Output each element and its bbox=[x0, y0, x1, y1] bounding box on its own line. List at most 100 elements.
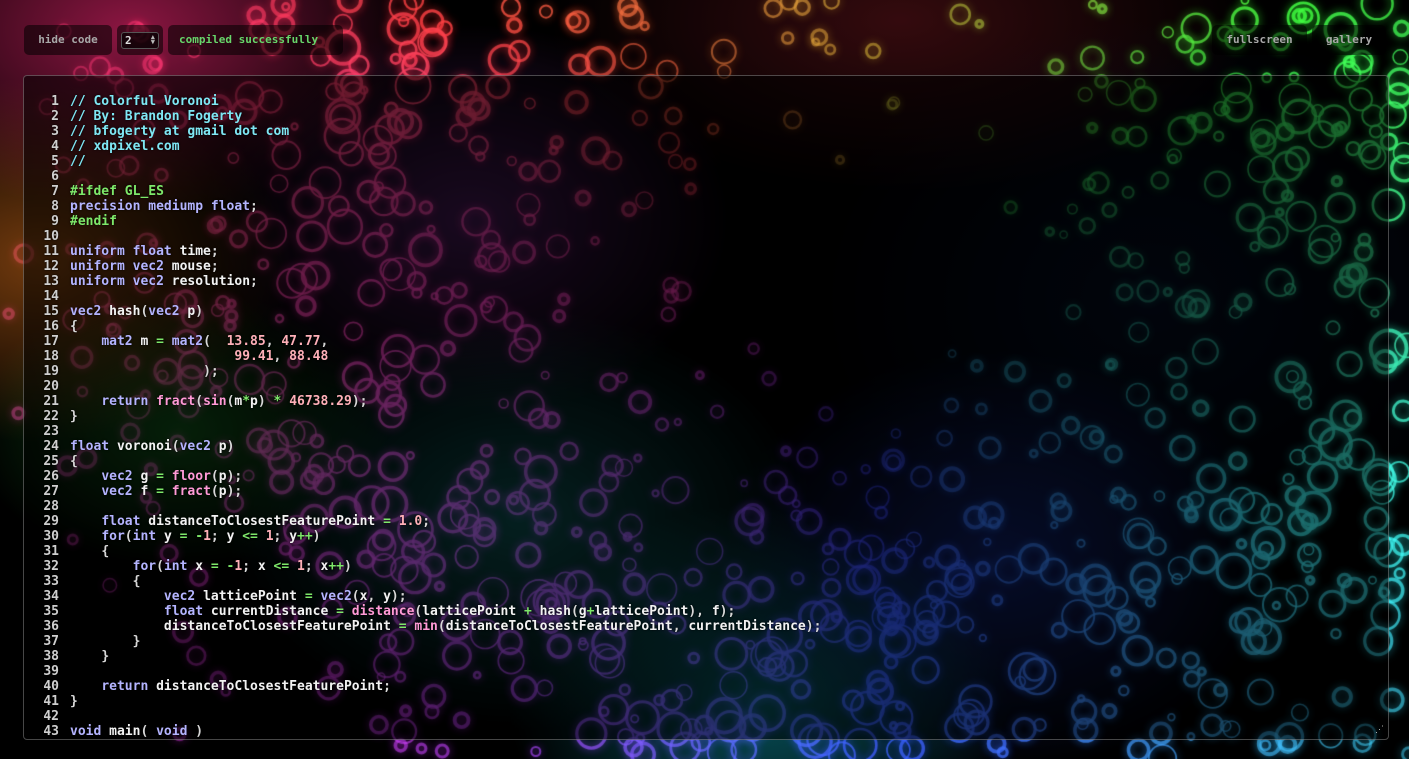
code-token: 1.0 bbox=[398, 514, 423, 529]
code-token: // Colorful Voronoi bbox=[70, 94, 219, 109]
code-token: vec2 bbox=[70, 304, 110, 319]
code-line[interactable]: 12 uniform vec2 mouse; bbox=[24, 259, 1388, 274]
updown-arrows-icon: ▲ ▼ bbox=[150, 33, 155, 46]
code-line[interactable]: 24 float voronoi(vec2 p) bbox=[24, 439, 1388, 454]
code-line[interactable]: 19 ); bbox=[24, 364, 1388, 379]
code-line[interactable]: 4 // xdpixel.com bbox=[24, 139, 1388, 154]
line-number: 23 bbox=[43, 424, 59, 439]
code-line[interactable]: 35 float currentDistance = distance (latt… bbox=[24, 604, 1388, 619]
code-line[interactable]: 14 bbox=[24, 289, 1388, 304]
code-token: mouse bbox=[171, 259, 211, 274]
code-token: #ifdef GL_ES bbox=[70, 184, 164, 199]
code-token: distanceToClosestFeaturePoint bbox=[163, 619, 399, 634]
code-line[interactable]: 1 // Colorful Voronoi bbox=[24, 94, 1388, 109]
code-editor[interactable]: 1 // Colorful Voronoi 2 // By: Brandon Foge… bbox=[23, 75, 1389, 740]
code-token: latticePoint bbox=[422, 604, 524, 619]
code-line[interactable]: 25 { bbox=[24, 454, 1388, 469]
code-line[interactable]: 7 #ifdef GL_ES bbox=[24, 184, 1388, 199]
code-line[interactable]: 23 bbox=[24, 424, 1388, 439]
code-token: hash bbox=[539, 604, 571, 619]
code-token: ) bbox=[195, 304, 204, 319]
code-token: float bbox=[70, 439, 117, 454]
fullscreen-button[interactable]: fullscreen bbox=[1212, 25, 1307, 55]
code-token: currentDistance bbox=[210, 604, 337, 619]
line-number: 26 bbox=[43, 469, 59, 484]
code-line[interactable]: 30 for(int y = -1; y <= 1; y++) bbox=[24, 529, 1388, 544]
code-token: ( bbox=[570, 604, 579, 619]
code-line[interactable]: 29 float distanceToClosestFeaturePoint =… bbox=[24, 514, 1388, 529]
code-line[interactable]: 5 // bbox=[24, 154, 1388, 169]
code-line[interactable]: 6 bbox=[24, 169, 1388, 184]
code-line[interactable]: 27 vec2 f = fract(p); bbox=[24, 484, 1388, 499]
code-token: f bbox=[140, 484, 157, 499]
code-token: { bbox=[70, 454, 78, 469]
code-line[interactable]: 20 bbox=[24, 379, 1388, 394]
code-token: min bbox=[414, 619, 438, 634]
code-token: { bbox=[70, 319, 78, 334]
code-line[interactable]: 18 99.41, 88.48 bbox=[24, 349, 1388, 364]
line-number: 40 bbox=[43, 679, 59, 694]
code-line[interactable]: 22} bbox=[24, 409, 1388, 424]
code-token: // xdpixel.com bbox=[70, 139, 180, 154]
code-line[interactable]: 40 return distanceToClosestFeaturePoint; bbox=[24, 679, 1388, 694]
code-line[interactable]: 10 bbox=[24, 229, 1388, 244]
gallery-button[interactable]: gallery bbox=[1312, 25, 1386, 55]
line-number: 19 bbox=[43, 364, 59, 379]
code-token: float bbox=[101, 514, 149, 529]
line-number: 1 bbox=[51, 94, 59, 109]
code-line[interactable]: 32 for(int x = -1; x <= 1; x++) bbox=[24, 559, 1388, 574]
code-token: p bbox=[218, 469, 227, 484]
code-line[interactable]: 16 { bbox=[24, 319, 1388, 334]
code-line[interactable]: 28 bbox=[24, 499, 1388, 514]
code-line[interactable]: 37 } bbox=[24, 634, 1388, 649]
code-token: // bbox=[70, 154, 86, 169]
code-token: vec2 bbox=[179, 439, 219, 454]
code-token: } bbox=[70, 694, 78, 709]
code-token: floor bbox=[171, 469, 211, 484]
code-line[interactable]: 41} bbox=[24, 694, 1388, 709]
code-token: = bbox=[156, 334, 172, 349]
quality-select[interactable]: 2 ▲ ▼ bbox=[117, 25, 163, 55]
line-number: 14 bbox=[43, 289, 59, 304]
code-line[interactable]: 21 return fract(sin(m*p) * 46738.29); bbox=[24, 394, 1388, 409]
code-line[interactable]: 31 { bbox=[24, 544, 1388, 559]
code-token: ; bbox=[422, 514, 431, 529]
code-line[interactable]: 34 vec2 latticePoint = vec2(x, y); bbox=[24, 589, 1388, 604]
code-token: ); bbox=[719, 604, 736, 619]
code-line[interactable]: 15 vec2 hash(vec2 p) bbox=[24, 304, 1388, 319]
code-line[interactable]: 36 distanceToClosestFeaturePoint = min(d… bbox=[24, 619, 1388, 634]
code-line[interactable]: 9 #endif bbox=[24, 214, 1388, 229]
code-line[interactable]: 42 bbox=[24, 709, 1388, 724]
line-number: 33 bbox=[43, 574, 59, 589]
code-line[interactable]: 43 void main( void ) bbox=[24, 724, 1388, 739]
code-token: // By: Brandon Fogerty bbox=[70, 109, 243, 124]
code-token: = bbox=[156, 484, 172, 499]
code-token: ); bbox=[390, 589, 407, 604]
code-token: = bbox=[304, 589, 321, 604]
code-token: ( bbox=[437, 619, 446, 634]
code-token: #endif bbox=[70, 214, 117, 229]
quality-select-box[interactable]: 2 ▲ ▼ bbox=[121, 31, 159, 49]
code-token: latticePoint bbox=[594, 604, 689, 619]
code-line[interactable]: 38 } bbox=[24, 649, 1388, 664]
code-line[interactable]: 3 // bfogerty at gmail dot com bbox=[24, 124, 1388, 139]
quality-value: 2 bbox=[125, 33, 132, 47]
code-line[interactable]: 33 { bbox=[24, 574, 1388, 589]
code-line[interactable]: 26 vec2 g = floor(p); bbox=[24, 469, 1388, 484]
code-line[interactable]: 8 precision mediump float; bbox=[24, 199, 1388, 214]
code-line[interactable]: 2 // By: Brandon Fogerty bbox=[24, 109, 1388, 124]
code-token: vec2 bbox=[163, 589, 204, 604]
code-token: distanceToClosestFeaturePoint bbox=[148, 514, 384, 529]
code-token: uniform float bbox=[70, 244, 180, 259]
code-token: ( bbox=[195, 394, 204, 409]
code-line[interactable]: 17 mat2 m = mat2( 13.85, 47.77, bbox=[24, 334, 1388, 349]
code-line[interactable]: 11 uniform float time; bbox=[24, 244, 1388, 259]
resize-grip-icon[interactable]: ⋰ bbox=[1374, 726, 1384, 736]
hide-code-button[interactable]: hide code bbox=[24, 25, 112, 55]
code-token: = bbox=[156, 469, 172, 484]
code-line[interactable]: 39 bbox=[24, 664, 1388, 679]
code-token: uniform vec2 bbox=[70, 259, 172, 274]
code-token: ( bbox=[171, 439, 180, 454]
code-line[interactable]: 13 uniform vec2 resolution; bbox=[24, 274, 1388, 289]
